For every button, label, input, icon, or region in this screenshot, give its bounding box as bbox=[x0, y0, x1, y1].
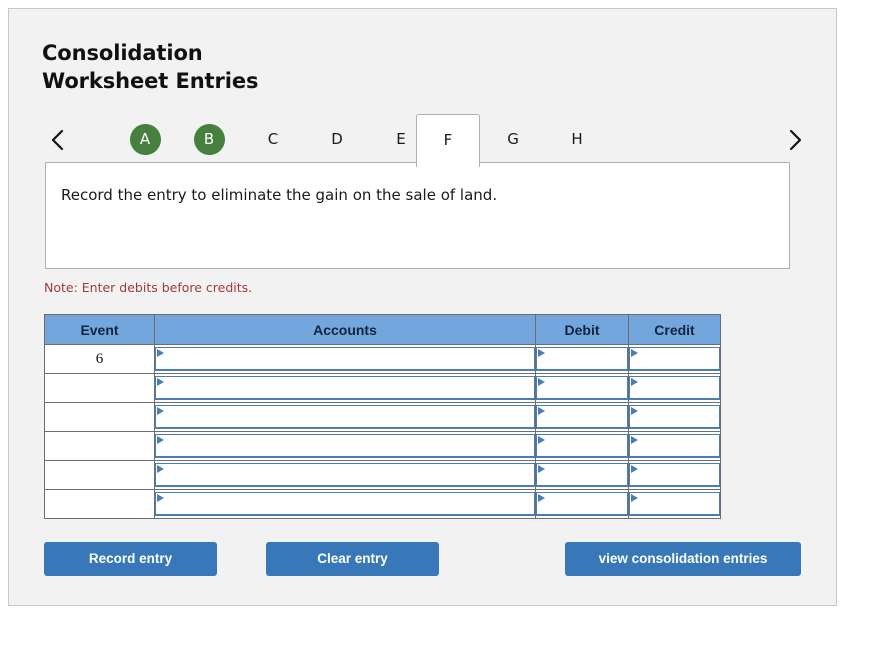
accounts-select-6[interactable] bbox=[155, 492, 535, 516]
credit-cell bbox=[628, 402, 721, 432]
chevron-right-icon[interactable] bbox=[784, 127, 806, 153]
tab-f[interactable]: F bbox=[416, 114, 480, 167]
credit-cell bbox=[628, 373, 721, 403]
instruction-panel: Record the entry to eliminate the gain o… bbox=[45, 162, 790, 269]
table-header-row: Event Accounts Debit Credit bbox=[44, 314, 721, 345]
tab-h-label: H bbox=[571, 130, 583, 148]
view-consolidation-entries-button[interactable]: view consolidation entries bbox=[565, 542, 801, 576]
record-entry-button[interactable]: Record entry bbox=[44, 542, 217, 576]
accounts-select-5[interactable] bbox=[155, 463, 535, 487]
clear-entry-button[interactable]: Clear entry bbox=[266, 542, 439, 576]
table-row bbox=[44, 431, 721, 461]
event-cell bbox=[44, 402, 155, 432]
debit-input-6[interactable] bbox=[536, 492, 628, 516]
debit-cell bbox=[535, 431, 629, 461]
debit-cell bbox=[535, 373, 629, 403]
column-header-event: Event bbox=[44, 314, 155, 345]
credit-cell bbox=[628, 460, 721, 490]
credit-cell bbox=[628, 489, 721, 519]
tab-bar: A B C D E F G H bbox=[42, 109, 808, 170]
journal-entry-table: Event Accounts Debit Credit 6 bbox=[44, 314, 721, 519]
table-row bbox=[44, 373, 721, 403]
accounts-cell bbox=[154, 373, 536, 403]
tab-e-label: E bbox=[396, 130, 406, 148]
page-title: Consolidation Worksheet Entries bbox=[42, 39, 462, 95]
tab-f-label: F bbox=[443, 131, 453, 149]
table-row bbox=[44, 489, 721, 519]
tab-d-label: D bbox=[331, 130, 343, 148]
tab-a-label: A bbox=[129, 124, 161, 155]
accounts-select-2[interactable] bbox=[155, 376, 535, 400]
table-row bbox=[44, 402, 721, 432]
credit-input-6[interactable] bbox=[629, 492, 720, 516]
debit-input-5[interactable] bbox=[536, 463, 628, 487]
accounts-select-3[interactable] bbox=[155, 405, 535, 429]
page-title-line-1: Consolidation bbox=[42, 41, 203, 65]
debit-input-4[interactable] bbox=[536, 434, 628, 458]
credit-input-3[interactable] bbox=[629, 405, 720, 429]
debit-cell bbox=[535, 402, 629, 432]
tab-c-label: C bbox=[267, 130, 279, 148]
column-header-credit: Credit bbox=[628, 314, 721, 345]
tab-b-label: B bbox=[193, 124, 225, 155]
accounts-cell bbox=[154, 460, 536, 490]
debits-before-credits-note: Note: Enter debits before credits. bbox=[44, 280, 253, 295]
debit-input-1[interactable] bbox=[536, 347, 628, 371]
event-cell bbox=[44, 460, 155, 490]
tab-c[interactable]: C bbox=[242, 114, 304, 165]
debit-input-3[interactable] bbox=[536, 405, 628, 429]
table-row: 6 bbox=[44, 344, 721, 374]
screenshot-root: Consolidation Worksheet Entries A B C D bbox=[0, 0, 887, 657]
accounts-cell bbox=[154, 489, 536, 519]
credit-cell bbox=[628, 431, 721, 461]
credit-input-1[interactable] bbox=[629, 347, 720, 371]
instruction-text: Record the entry to eliminate the gain o… bbox=[61, 186, 498, 204]
tab-b[interactable]: B bbox=[178, 114, 240, 165]
accounts-cell bbox=[154, 431, 536, 461]
tab-d[interactable]: D bbox=[306, 114, 368, 165]
credit-input-4[interactable] bbox=[629, 434, 720, 458]
worksheet-panel: Consolidation Worksheet Entries A B C D bbox=[8, 8, 837, 606]
debit-input-2[interactable] bbox=[536, 376, 628, 400]
credit-input-2[interactable] bbox=[629, 376, 720, 400]
tab-g-label: G bbox=[507, 130, 519, 148]
debit-cell bbox=[535, 489, 629, 519]
accounts-cell bbox=[154, 344, 536, 374]
debit-cell bbox=[535, 344, 629, 374]
accounts-cell bbox=[154, 402, 536, 432]
chevron-left-icon[interactable] bbox=[47, 127, 69, 153]
credit-cell bbox=[628, 344, 721, 374]
tab-h[interactable]: H bbox=[546, 114, 608, 165]
table-row bbox=[44, 460, 721, 490]
credit-input-5[interactable] bbox=[629, 463, 720, 487]
column-header-debit: Debit bbox=[535, 314, 629, 345]
page-title-line-2: Worksheet Entries bbox=[42, 69, 259, 93]
accounts-select-4[interactable] bbox=[155, 434, 535, 458]
accounts-select-1[interactable] bbox=[155, 347, 535, 371]
event-cell bbox=[44, 373, 155, 403]
journal-entry-table-wrapper: Event Accounts Debit Credit 6 bbox=[44, 314, 721, 519]
event-cell bbox=[44, 431, 155, 461]
debit-cell bbox=[535, 460, 629, 490]
column-header-accounts: Accounts bbox=[154, 314, 536, 345]
tab-a[interactable]: A bbox=[114, 114, 176, 165]
event-cell bbox=[44, 489, 155, 519]
event-cell: 6 bbox=[44, 344, 155, 374]
tab-g[interactable]: G bbox=[482, 114, 544, 165]
